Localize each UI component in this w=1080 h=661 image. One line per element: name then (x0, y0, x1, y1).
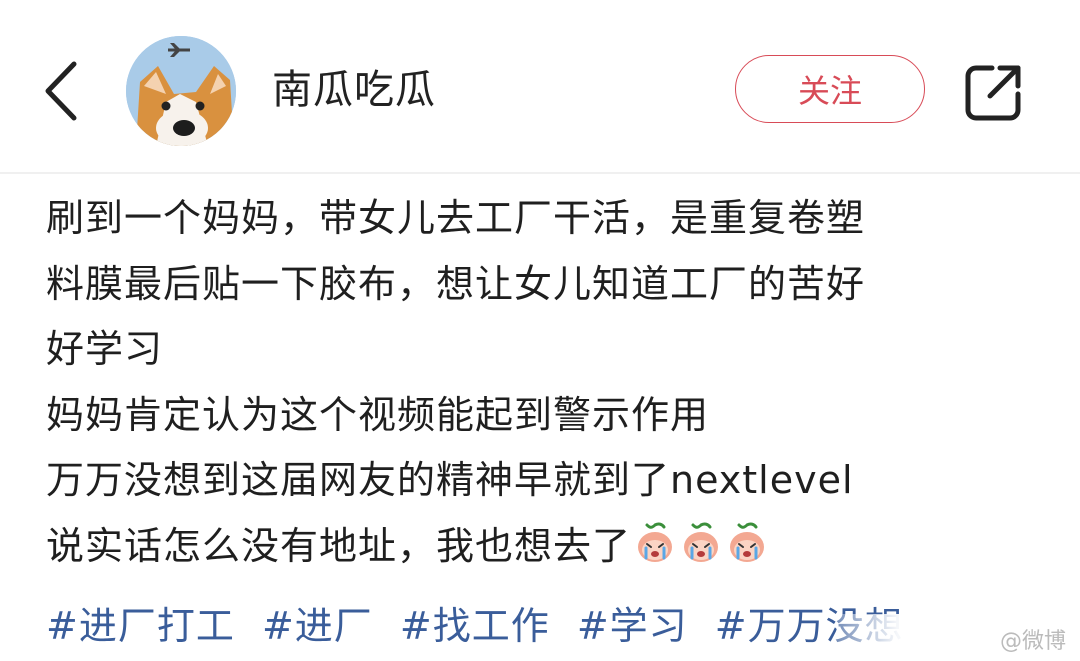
crying-peach-emoji (638, 521, 673, 562)
hashtag-link[interactable]: #学习 (577, 604, 688, 648)
post-body: 刷到一个妈妈，带女儿去工厂干活，是重复卷塑 料膜最后贴一下胶布，想让女儿知道工厂… (46, 186, 1046, 579)
username[interactable]: 南瓜吃瓜 (272, 62, 436, 118)
hashtag-row: #进厂打工 #进厂 #找工作 #学习 #万万没想 (46, 596, 918, 656)
crying-peach-emoji (684, 521, 719, 562)
post-text-line: 刷到一个妈妈，带女儿去工厂干活，是重复卷塑 (46, 196, 866, 240)
profile-header: 南瓜吃瓜 关注 (0, 0, 1080, 172)
hashtag-link[interactable]: #进厂打工 (46, 604, 235, 648)
share-icon[interactable] (962, 60, 1026, 124)
divider (0, 172, 1080, 174)
post-text-line: 说实话怎么没有地址，我也想去了 (46, 523, 632, 568)
post-text-line: 料膜最后贴一下胶布，想让女儿知道工厂的苦好 (46, 261, 866, 306)
hashtag-link[interactable]: #找工作 (400, 604, 550, 648)
chevron-left-icon[interactable] (38, 56, 88, 126)
post-text-line: 万万没想到这届网友的精神早就到了nextlevel (46, 458, 854, 502)
avatar[interactable] (126, 36, 236, 146)
hashtag-link[interactable]: #进厂 (262, 604, 373, 648)
post-text-line: 妈妈肯定认为这个视频能起到警示作用 (46, 392, 710, 437)
crying-peach-emoji (730, 521, 765, 562)
corgi-avatar-icon (126, 36, 236, 146)
post-text-line-with-emoji: 说实话怎么没有地址，我也想去了 (46, 514, 1046, 580)
watermark: @微博 (836, 614, 1080, 661)
post-text-line: 好学习 (46, 327, 164, 371)
watermark-text: @微博 (999, 629, 1066, 654)
follow-button[interactable]: 关注 (735, 55, 925, 123)
